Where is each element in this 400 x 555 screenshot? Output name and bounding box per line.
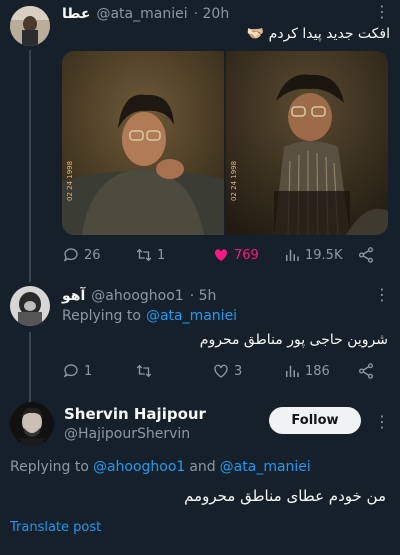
views-icon	[286, 249, 299, 261]
author-handle[interactable]: @HajipourShervin	[64, 426, 190, 442]
reply-button[interactable]: 26	[62, 246, 101, 264]
retweet-button[interactable]: 1	[135, 246, 165, 264]
tweet-text: افکت جدید پیدا کردم 🫱🏻‍🫲🏼	[246, 26, 390, 42]
replying-to: Replying to @ahooghoo1 and @ata_maniei	[10, 459, 311, 475]
share-button[interactable]	[357, 246, 375, 264]
follow-button[interactable]: Follow	[269, 407, 361, 434]
tweet-1-header: عطا @ata_maniei · 20h	[62, 5, 229, 23]
reply-count: 26	[84, 247, 101, 263]
retweet-icon	[136, 364, 152, 378]
timestamp[interactable]: · 5h	[190, 288, 217, 304]
tweet-text: من خودم عطای مناطق محرومم	[184, 487, 386, 505]
reply-count: 1	[84, 363, 93, 379]
avatar-shervin[interactable]	[10, 402, 54, 446]
heart-icon	[214, 364, 228, 378]
author-name[interactable]: Shervin Hajipour	[64, 405, 206, 423]
display-name[interactable]: آهو	[62, 288, 85, 304]
translate-post-link[interactable]: Translate post	[10, 520, 101, 535]
retweet-button[interactable]	[135, 362, 153, 380]
view-count: 186	[305, 363, 330, 379]
handle[interactable]: @ata_maniei	[96, 6, 187, 22]
views-button[interactable]: 19.5K	[283, 246, 342, 264]
heart-filled-icon	[214, 249, 228, 261]
reply-icon	[63, 248, 78, 262]
photo-date-stamp: 02 24 1998	[66, 160, 74, 201]
retweet-count: 1	[157, 247, 166, 263]
display-name[interactable]: عطا	[62, 6, 90, 22]
views-button[interactable]: 186	[283, 362, 330, 380]
more-options-icon[interactable]: ⋮	[374, 4, 390, 20]
reply-button[interactable]: 1	[62, 362, 92, 380]
like-button[interactable]: 3	[212, 362, 242, 380]
tweet-2-header: آهو @ahooghoo1 · 5h	[62, 287, 216, 305]
more-options-icon[interactable]: ⋮	[374, 414, 390, 430]
tweet-text: شروین حاجی پور مناطق محروم	[199, 332, 388, 348]
more-options-icon[interactable]: ⋮	[374, 287, 390, 303]
thread-line	[29, 332, 31, 402]
like-count: 3	[234, 363, 243, 379]
mention-link[interactable]: @ata_maniei	[146, 308, 237, 324]
timestamp[interactable]: · 20h	[194, 6, 230, 22]
media-photo-right[interactable]: 02 24 1998	[226, 51, 388, 235]
share-button[interactable]	[357, 362, 375, 380]
view-count: 19.5K	[305, 247, 343, 263]
avatar-ata[interactable]	[10, 6, 50, 46]
avatar-ahoo[interactable]	[10, 286, 50, 326]
share-icon	[358, 247, 374, 263]
replying-to: Replying to @ata_maniei	[62, 308, 237, 324]
media-photo-left[interactable]: 02 24 1998	[62, 51, 224, 235]
replying-label: Replying to	[62, 308, 141, 324]
like-button[interactable]: 769	[212, 246, 259, 264]
mention-link[interactable]: @ahooghoo1	[93, 459, 185, 475]
replying-label: Replying to	[10, 459, 89, 475]
share-icon	[358, 363, 374, 379]
mention-link[interactable]: @ata_maniei	[220, 459, 311, 475]
thread-line	[29, 50, 31, 282]
reply-icon	[63, 364, 78, 378]
handle[interactable]: @ahooghoo1	[91, 288, 183, 304]
photo-date-stamp: 02 24 1998	[230, 160, 238, 201]
and-label: and	[189, 459, 216, 475]
retweet-icon	[136, 248, 152, 262]
views-icon	[286, 365, 299, 377]
like-count: 769	[234, 247, 259, 263]
